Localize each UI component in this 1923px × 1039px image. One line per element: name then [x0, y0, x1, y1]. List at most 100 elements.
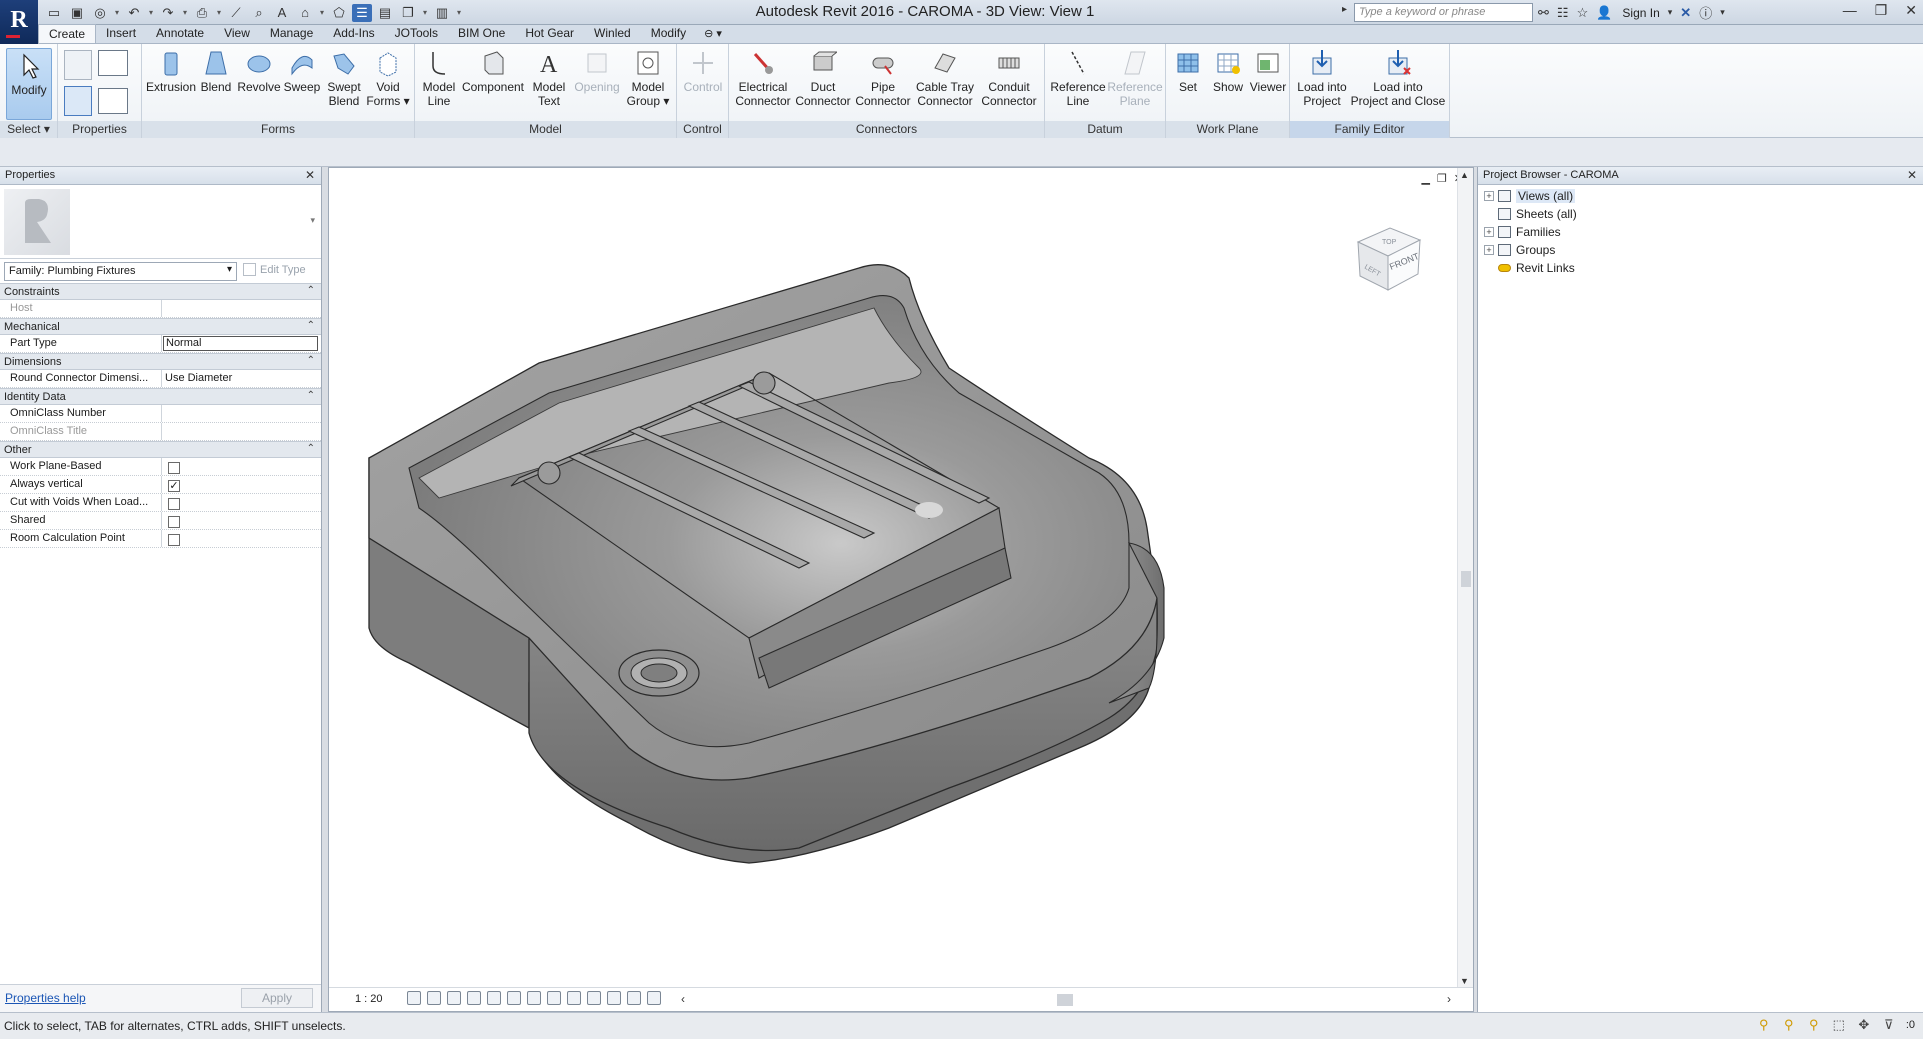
- select-pinned-icon[interactable]: ⚲: [1806, 1017, 1822, 1033]
- analytical-model-icon[interactable]: [627, 991, 641, 1005]
- sink-model[interactable]: [329, 168, 1459, 988]
- group-mechanical[interactable]: Mechanical ⌃: [0, 318, 321, 335]
- filter-icon[interactable]: ⊽: [1881, 1017, 1897, 1033]
- edit-type-button[interactable]: Edit Type: [243, 263, 306, 276]
- drawing-area-3d-view[interactable]: ▁ ❐ ✕: [328, 167, 1474, 1012]
- section-icon[interactable]: ⬠: [329, 4, 349, 22]
- cable-tray-connector-button[interactable]: Cable Tray Connector: [913, 48, 977, 108]
- exchange-apps-icon[interactable]: ✕: [1680, 5, 1691, 21]
- tree-item-revit-links[interactable]: Revit Links: [1478, 259, 1923, 277]
- load-into-project-button[interactable]: Load into Project: [1294, 48, 1350, 108]
- crop-view-icon[interactable]: [507, 991, 521, 1005]
- tab-annotate[interactable]: Annotate: [146, 24, 214, 43]
- ribbon-minimize-toggle[interactable]: ⊖ ▾: [696, 25, 730, 43]
- dropdown-arrow-icon[interactable]: ▾: [147, 8, 155, 17]
- electrical-connector-button[interactable]: Electrical Connector: [733, 48, 793, 108]
- panel-label-select[interactable]: Select ▾: [0, 121, 57, 138]
- measure-icon[interactable]: ⟋: [226, 4, 246, 22]
- swept-blend-button[interactable]: Swept Blend: [322, 48, 366, 108]
- always-vertical-checkbox[interactable]: ✓: [168, 480, 180, 492]
- close-icon[interactable]: ✕: [305, 168, 315, 182]
- blend-button[interactable]: Blend: [196, 48, 236, 94]
- properties-help-link[interactable]: Properties help: [5, 991, 86, 1005]
- expand-icon[interactable]: +: [1484, 191, 1494, 201]
- save-icon[interactable]: ▣: [67, 4, 87, 22]
- show-crop-region-icon[interactable]: [527, 991, 541, 1005]
- sign-in-link[interactable]: Sign In: [1622, 6, 1659, 20]
- dropdown-arrow-icon[interactable]: ▾: [181, 8, 189, 17]
- help-icon[interactable]: ⓘ: [1699, 3, 1712, 22]
- scroll-down-icon[interactable]: ▼: [1460, 976, 1469, 986]
- viewcube[interactable]: TOP FRONT LEFT: [1348, 218, 1428, 298]
- redo-icon[interactable]: ↷: [158, 4, 178, 22]
- detail-level-icon[interactable]: [407, 991, 421, 1005]
- tab-manage[interactable]: Manage: [260, 24, 323, 43]
- shadows-icon[interactable]: [467, 991, 481, 1005]
- close-icon[interactable]: ✕: [1905, 2, 1917, 19]
- model-line-button[interactable]: Model Line: [419, 48, 459, 108]
- default-3d-view-icon[interactable]: ⌂: [295, 4, 315, 22]
- highlight-displacement-icon[interactable]: [647, 991, 661, 1005]
- render-icon[interactable]: [487, 991, 501, 1005]
- tag-icon[interactable]: ⌕: [249, 4, 269, 22]
- tab-jotools[interactable]: JOTools: [385, 24, 448, 43]
- tab-modify[interactable]: Modify: [641, 24, 696, 43]
- horizontal-scrollbar-thumb[interactable]: [1057, 994, 1073, 1006]
- apply-button[interactable]: Apply: [241, 988, 313, 1008]
- sync-icon[interactable]: ◎: [90, 4, 110, 22]
- family-types-icon[interactable]: [64, 50, 92, 80]
- scroll-up-icon[interactable]: ▲: [1460, 170, 1469, 180]
- dropdown-arrow-icon[interactable]: ▾: [1668, 7, 1673, 18]
- group-identity-data[interactable]: Identity Data ⌃: [0, 388, 321, 405]
- family-category-select[interactable]: Family: Plumbing Fixtures ▾: [4, 262, 237, 281]
- expand-icon[interactable]: +: [1484, 245, 1494, 255]
- reference-line-button[interactable]: Reference Line: [1049, 48, 1107, 108]
- tab-create[interactable]: Create: [38, 24, 97, 43]
- collapse-icon[interactable]: ⌃: [307, 443, 315, 454]
- collapse-icon[interactable]: ⌃: [307, 320, 315, 331]
- lock-3d-view-icon[interactable]: [547, 991, 561, 1005]
- collapse-icon[interactable]: ⌃: [307, 285, 315, 296]
- open-icon[interactable]: ▭: [44, 4, 64, 22]
- undo-icon[interactable]: ↶: [124, 4, 144, 22]
- properties-palette-icon[interactable]: [64, 86, 92, 116]
- load-into-project-and-close-button[interactable]: Load into Project and Close: [1350, 48, 1446, 108]
- expand-search-icon[interactable]: ▸: [1342, 4, 1347, 15]
- tree-item-views[interactable]: + Views (all): [1478, 187, 1923, 205]
- select-links-icon[interactable]: ⚲: [1756, 1017, 1772, 1033]
- temporary-view-properties-icon[interactable]: [607, 991, 621, 1005]
- binoculars-icon[interactable]: ⚯: [1538, 5, 1549, 21]
- viewer-button[interactable]: Viewer: [1248, 48, 1288, 94]
- close-icon[interactable]: ✕: [1907, 168, 1917, 182]
- extrusion-button[interactable]: Extrusion: [146, 48, 196, 94]
- room-calculation-point-checkbox[interactable]: [168, 534, 180, 546]
- cut-with-voids-checkbox[interactable]: [168, 498, 180, 510]
- tab-view[interactable]: View: [214, 24, 260, 43]
- dropdown-arrow-icon[interactable]: ▾: [113, 8, 121, 17]
- duct-connector-button[interactable]: Duct Connector: [793, 48, 853, 108]
- collapse-icon[interactable]: ⌃: [307, 355, 315, 366]
- type-selector[interactable]: ▾: [0, 185, 321, 259]
- drag-elements-icon[interactable]: ✥: [1856, 1017, 1872, 1033]
- select-underlay-icon[interactable]: ⚲: [1781, 1017, 1797, 1033]
- revolve-button[interactable]: Revolve: [236, 48, 282, 94]
- scrollbar-thumb[interactable]: [1461, 571, 1471, 587]
- tree-item-sheets[interactable]: Sheets (all): [1478, 205, 1923, 223]
- viewcube-top-label[interactable]: TOP: [1382, 239, 1397, 246]
- customize-qat-icon[interactable]: ▥: [432, 4, 452, 22]
- visual-style-icon[interactable]: [427, 991, 441, 1005]
- modify-button[interactable]: Modify: [6, 48, 52, 120]
- tab-add-ins[interactable]: Add-Ins: [323, 24, 384, 43]
- dropdown-arrow-icon[interactable]: ▾: [1720, 7, 1725, 18]
- temporary-hide-icon[interactable]: [567, 991, 581, 1005]
- group-constraints[interactable]: Constraints ⌃: [0, 283, 321, 300]
- dropdown-arrow-icon[interactable]: ▾: [215, 8, 223, 17]
- model-group-button[interactable]: Model Group ▾: [623, 48, 673, 108]
- part-type-field[interactable]: Normal: [163, 336, 318, 351]
- type-properties-icon[interactable]: [98, 88, 128, 114]
- tab-insert[interactable]: Insert: [96, 24, 146, 43]
- reveal-hidden-icon[interactable]: [587, 991, 601, 1005]
- select-by-face-icon[interactable]: ⬚: [1831, 1017, 1847, 1033]
- print-icon[interactable]: ⎙: [192, 4, 212, 22]
- tab-winled[interactable]: Winled: [584, 24, 641, 43]
